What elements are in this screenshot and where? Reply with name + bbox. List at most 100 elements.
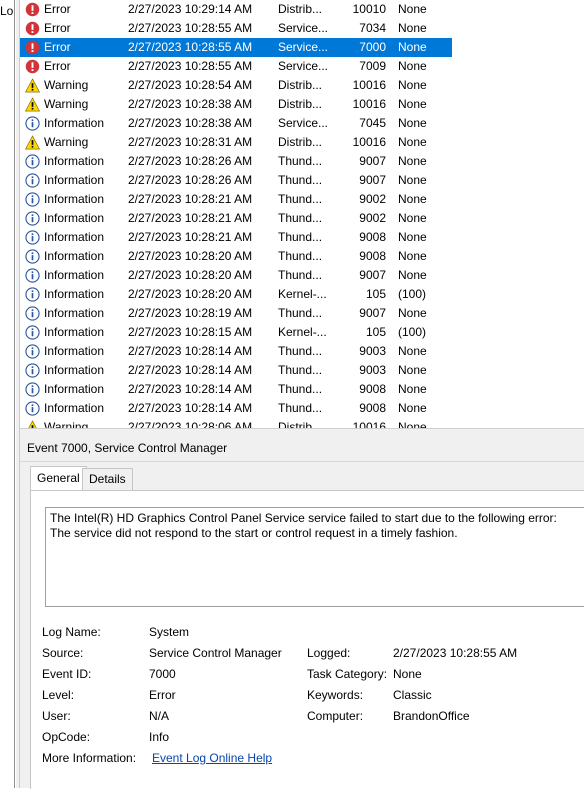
event-level: Information — [44, 401, 105, 415]
event-row[interactable]: Information 2/27/2023 10:28:15 AM Kernel-.… — [20, 323, 584, 342]
logged-value: 2/27/2023 10:28:55 AM — [393, 646, 518, 660]
information-icon — [25, 268, 40, 283]
event-row[interactable]: Information 2/27/2023 10:28:21 AM Thund...… — [20, 209, 584, 228]
event-task-category: None — [398, 40, 427, 54]
information-icon — [25, 154, 40, 169]
event-detail-pane: Event 7000, Service Control Manager Gene… — [20, 434, 584, 789]
event-source: Distrib... — [278, 420, 323, 428]
information-icon — [25, 363, 40, 378]
event-row[interactable]: Information 2/27/2023 10:28:14 AM Thund...… — [20, 361, 584, 380]
event-task-category: None — [398, 211, 427, 225]
event-level: Error — [44, 59, 71, 73]
information-icon — [25, 401, 40, 416]
event-id: 9008 — [359, 230, 386, 244]
event-row[interactable]: Information 2/27/2023 10:28:14 AM Thund...… — [20, 399, 584, 418]
event-description[interactable]: The Intel(R) HD Graphics Control Panel S… — [45, 507, 584, 607]
information-icon — [25, 382, 40, 397]
event-row[interactable]: Warning 2/27/2023 10:28:54 AM Distrib... 10… — [20, 76, 584, 95]
event-task-category: None — [398, 116, 427, 130]
event-level: Error — [44, 21, 71, 35]
event-source: Thund... — [278, 401, 323, 415]
warning-icon — [25, 135, 40, 150]
event-row[interactable]: Error 2/27/2023 10:28:55 AM Service... 7000… — [20, 38, 452, 57]
warning-icon — [25, 78, 40, 93]
event-task-category: None — [398, 2, 427, 16]
event-task-category: None — [398, 306, 427, 320]
event-task-category: None — [398, 21, 427, 35]
event-source: Thund... — [278, 173, 323, 187]
tab-details[interactable]: Details — [82, 468, 133, 490]
event-source: Distrib... — [278, 2, 323, 16]
event-source: Thund... — [278, 363, 323, 377]
event-log-online-help-link[interactable]: Event Log Online Help — [152, 751, 272, 765]
event-date: 2/27/2023 10:28:15 AM — [128, 325, 253, 339]
event-row[interactable]: Information 2/27/2023 10:28:21 AM Thund...… — [20, 228, 584, 247]
event-row[interactable]: Error 2/27/2023 10:29:14 AM Distrib... 1001… — [20, 0, 584, 19]
event-id: 9007 — [359, 268, 386, 282]
event-row[interactable]: Information 2/27/2023 10:28:20 AM Thund...… — [20, 266, 584, 285]
event-level: Information — [44, 154, 105, 168]
event-id-value: 7000 — [149, 667, 176, 681]
event-row[interactable]: Error 2/27/2023 10:28:55 AM Service... 7034… — [20, 19, 584, 38]
event-task-category: None — [398, 268, 427, 282]
event-id: 9008 — [359, 401, 386, 415]
event-level: Warning — [44, 97, 89, 111]
error-icon — [25, 21, 40, 36]
event-level: Information — [44, 230, 105, 244]
event-row[interactable]: Warning 2/27/2023 10:28:31 AM Distrib... 10… — [20, 133, 584, 152]
event-id: 10016 — [352, 78, 386, 92]
event-id: 10016 — [352, 97, 386, 111]
event-source: Service... — [278, 21, 329, 35]
event-level: Warning — [44, 420, 89, 428]
event-row[interactable]: Warning 2/27/2023 10:28:06 AM Distrib... 10… — [20, 418, 584, 428]
event-row[interactable]: Information 2/27/2023 10:28:38 AM Service.… — [20, 114, 584, 133]
event-date: 2/27/2023 10:29:14 AM — [128, 2, 253, 16]
event-task-category: None — [398, 173, 427, 187]
event-row[interactable]: Warning 2/27/2023 10:28:38 AM Distrib... 10… — [20, 95, 584, 114]
event-date: 2/27/2023 10:28:55 AM — [128, 40, 253, 54]
event-date: 2/27/2023 10:28:20 AM — [128, 249, 253, 263]
event-id: 10010 — [352, 2, 386, 16]
event-row[interactable]: Information 2/27/2023 10:28:21 AM Thund...… — [20, 190, 584, 209]
event-task-category: None — [398, 382, 427, 396]
warning-icon — [28, 420, 37, 428]
event-row[interactable]: Information 2/27/2023 10:28:20 AM Thund...… — [20, 247, 584, 266]
event-date: 2/27/2023 10:28:54 AM — [128, 78, 253, 92]
tab-general[interactable]: General — [30, 466, 87, 491]
information-icon — [25, 192, 40, 207]
event-row[interactable]: Information 2/27/2023 10:28:14 AM Thund...… — [20, 342, 584, 361]
event-source: Distrib... — [278, 78, 323, 92]
event-date: 2/27/2023 10:28:20 AM — [128, 287, 253, 301]
event-row[interactable]: Error 2/27/2023 10:28:55 AM Service... 7009… — [20, 57, 584, 76]
event-level: Error — [44, 40, 71, 54]
event-row[interactable]: Information 2/27/2023 10:28:26 AM Thund...… — [20, 171, 584, 190]
event-date: 2/27/2023 10:28:31 AM — [128, 135, 253, 149]
event-id: 9007 — [359, 306, 386, 320]
keywords-value: Classic — [393, 688, 432, 702]
event-source: Thund... — [278, 249, 323, 263]
event-date: 2/27/2023 10:28:21 AM — [128, 230, 253, 244]
event-date: 2/27/2023 10:28:21 AM — [128, 211, 253, 225]
event-level: Error — [44, 2, 71, 16]
keywords-label: Keywords: — [307, 688, 364, 702]
user-value: N/A — [149, 709, 170, 723]
event-task-category: None — [398, 230, 427, 244]
event-source: Kernel-... — [278, 325, 327, 339]
warning-icon — [25, 97, 40, 112]
event-id: 9007 — [359, 154, 386, 168]
event-id: 105 — [365, 287, 386, 301]
event-row[interactable]: Information 2/27/2023 10:28:26 AM Thund...… — [20, 152, 584, 171]
event-row[interactable]: Information 2/27/2023 10:28:19 AM Thund...… — [20, 304, 584, 323]
event-detail-title: Event 7000, Service Control Manager — [27, 441, 228, 455]
event-id: 9002 — [359, 211, 386, 225]
event-source: Service... — [278, 116, 329, 130]
event-row[interactable]: Information 2/27/2023 10:28:20 AM Kernel-.… — [20, 285, 584, 304]
event-task-category: None — [398, 135, 427, 149]
source-label: Source: — [42, 646, 84, 660]
computer-value: BrandonOffice — [393, 709, 470, 723]
event-task-category: None — [398, 249, 427, 263]
left-pane-label: Lo — [0, 4, 14, 18]
event-level: Information — [44, 344, 105, 358]
event-task-category: None — [398, 154, 427, 168]
event-row[interactable]: Information 2/27/2023 10:28:14 AM Thund...… — [20, 380, 584, 399]
